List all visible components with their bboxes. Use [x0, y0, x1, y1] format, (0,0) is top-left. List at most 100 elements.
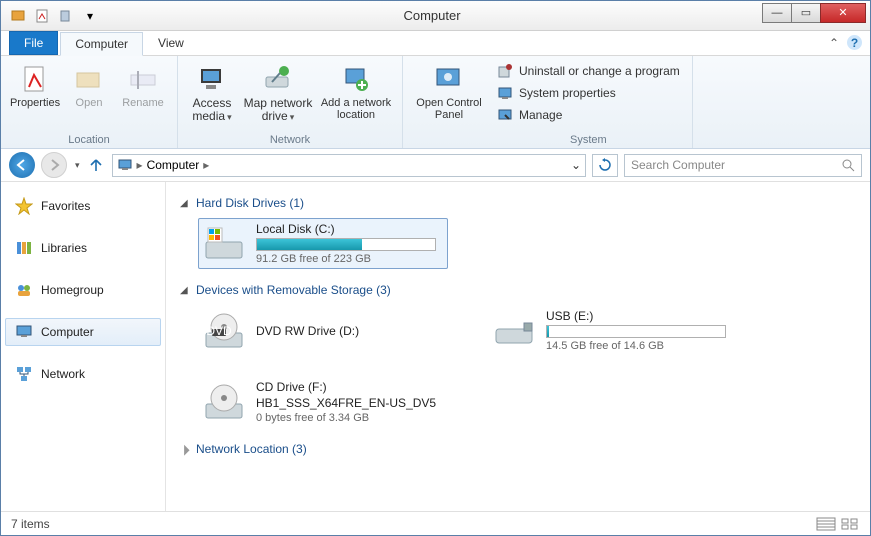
open-button: Open [63, 60, 115, 112]
computer-icon [15, 323, 33, 341]
status-bar: 7 items [1, 511, 870, 535]
address-dropdown-icon[interactable]: ⌄ [571, 158, 581, 172]
address-bar[interactable]: ▸ Computer ▸ ⌄ [112, 154, 586, 177]
view-tab[interactable]: View [143, 31, 199, 55]
drive-name: Local Disk (C:) [256, 222, 436, 236]
up-button[interactable] [86, 152, 106, 178]
properties-icon [19, 63, 51, 95]
ribbon-group-location: Properties Open Rename Location [1, 56, 178, 148]
sidebar-item-homegroup[interactable]: Homegroup [5, 276, 161, 304]
qat-dropdown-icon[interactable]: ▾ [79, 5, 101, 27]
address-segment[interactable]: Computer [147, 158, 200, 172]
search-placeholder: Search Computer [631, 158, 725, 172]
title-bar: ▾ Computer — ▭ ✕ [1, 1, 870, 31]
collapse-icon[interactable]: ◢ [180, 198, 190, 209]
open-control-panel-button[interactable]: Open Control Panel [411, 60, 487, 124]
group-label-network: Network [186, 132, 394, 146]
qat-new-icon[interactable] [55, 5, 77, 27]
uninstall-icon [497, 63, 513, 79]
system-properties-button[interactable]: System properties [493, 82, 684, 104]
add-network-location-button[interactable]: Add a network location [318, 60, 394, 126]
network-icon [15, 365, 33, 383]
drive-cd-f[interactable]: CD Drive (F:) HB1_SSS_X64FRE_EN-US_DV5 0… [198, 376, 448, 428]
file-tab[interactable]: File [9, 31, 58, 55]
chevron-down-icon: ▾ [290, 112, 295, 122]
libraries-icon [15, 239, 33, 257]
hard-drive-icon [202, 224, 246, 264]
group-label-system: System [493, 132, 684, 146]
content-pane: ◢ Hard Disk Drives (1) Local Disk (C:) 9… [166, 182, 870, 511]
cd-drive-icon [202, 382, 246, 422]
drive-usb-e[interactable]: USB (E:) 14.5 GB free of 14.6 GB [488, 305, 738, 356]
section-network-location[interactable]: ◢ Network Location (3) [180, 442, 856, 456]
sidebar-item-libraries[interactable]: Libraries [5, 234, 161, 262]
drive-free-text: 14.5 GB free of 14.6 GB [546, 340, 726, 352]
sidebar-item-label: Libraries [41, 241, 87, 255]
drive-sublabel: HB1_SSS_X64FRE_EN-US_DV5 [256, 396, 436, 410]
sidebar-item-label: Favorites [41, 199, 90, 213]
rename-button: Rename [117, 60, 169, 112]
chevron-down-icon: ▾ [227, 112, 232, 122]
quick-access-toolbar: ▾ [1, 5, 101, 27]
expand-icon[interactable]: ◢ [178, 442, 193, 457]
ribbon-tabs: File Computer View ⌃ ? [1, 31, 870, 56]
rename-icon [127, 63, 159, 95]
qat-properties-icon[interactable] [31, 5, 53, 27]
star-icon [15, 197, 33, 215]
back-button[interactable] [9, 152, 35, 178]
dvd-drive-icon: DVD [202, 311, 246, 351]
icons-view-button[interactable] [840, 517, 860, 531]
usb-drive-icon [492, 309, 536, 349]
section-hard-disk-drives[interactable]: ◢ Hard Disk Drives (1) [180, 196, 856, 210]
history-dropdown-icon[interactable]: ▾ [75, 160, 80, 171]
navigation-pane: Favorites Libraries Homegroup Computer N… [1, 182, 166, 511]
minimize-ribbon-icon[interactable]: ⌃ [829, 36, 839, 50]
forward-button [41, 152, 67, 178]
access-media-button[interactable]: Access media▾ [186, 60, 238, 126]
drive-name: DVD RW Drive (D:) [256, 324, 359, 338]
capacity-bar [256, 238, 436, 251]
window-controls: — ▭ ✕ [763, 3, 866, 23]
minimize-button[interactable]: — [762, 3, 792, 23]
details-view-button[interactable] [816, 517, 836, 531]
app-icon[interactable] [7, 5, 29, 27]
ribbon-group-system: Open Control Panel Uninstall or change a… [403, 56, 693, 148]
capacity-bar [546, 325, 726, 338]
ribbon: Properties Open Rename Location Access m… [1, 56, 870, 149]
drive-free-text: 91.2 GB free of 223 GB [256, 253, 436, 265]
sidebar-item-computer[interactable]: Computer [5, 318, 161, 346]
sidebar-item-network[interactable]: Network [5, 360, 161, 388]
map-network-drive-button[interactable]: Map network drive▾ [240, 60, 316, 126]
drive-dvd-rw-d[interactable]: DVD DVD RW Drive (D:) [198, 305, 448, 356]
item-count: 7 items [11, 517, 50, 531]
properties-button[interactable]: Properties [9, 60, 61, 112]
drive-local-disk-c[interactable]: Local Disk (C:) 91.2 GB free of 223 GB [198, 218, 448, 269]
uninstall-button[interactable]: Uninstall or change a program [493, 60, 684, 82]
open-icon [73, 63, 105, 95]
map-drive-icon [262, 63, 294, 95]
window-title: Computer [101, 8, 763, 23]
help-icon[interactable]: ? [847, 35, 862, 50]
manage-icon [497, 107, 513, 123]
section-removable-storage[interactable]: ◢ Devices with Removable Storage (3) [180, 283, 856, 297]
ribbon-group-network: Access media▾ Map network drive▾ Add a n… [178, 56, 403, 148]
computer-path-icon [117, 157, 133, 173]
collapse-icon[interactable]: ◢ [180, 285, 190, 296]
drive-free-text: 0 bytes free of 3.34 GB [256, 412, 436, 424]
computer-tab[interactable]: Computer [60, 32, 143, 56]
sidebar-item-label: Network [41, 367, 85, 381]
sidebar-item-label: Homegroup [41, 283, 104, 297]
system-props-icon [497, 85, 513, 101]
media-icon [196, 63, 228, 95]
homegroup-icon [15, 281, 33, 299]
drive-name: USB (E:) [546, 309, 726, 323]
search-box[interactable]: Search Computer [624, 154, 862, 177]
add-location-icon [340, 63, 372, 95]
sidebar-item-favorites[interactable]: Favorites [5, 192, 161, 220]
maximize-button[interactable]: ▭ [791, 3, 821, 23]
drive-name: CD Drive (F:) [256, 380, 436, 394]
navigation-row: ▾ ▸ Computer ▸ ⌄ Search Computer [1, 149, 870, 182]
manage-button[interactable]: Manage [493, 104, 684, 126]
refresh-button[interactable] [592, 154, 618, 177]
close-button[interactable]: ✕ [820, 3, 866, 23]
